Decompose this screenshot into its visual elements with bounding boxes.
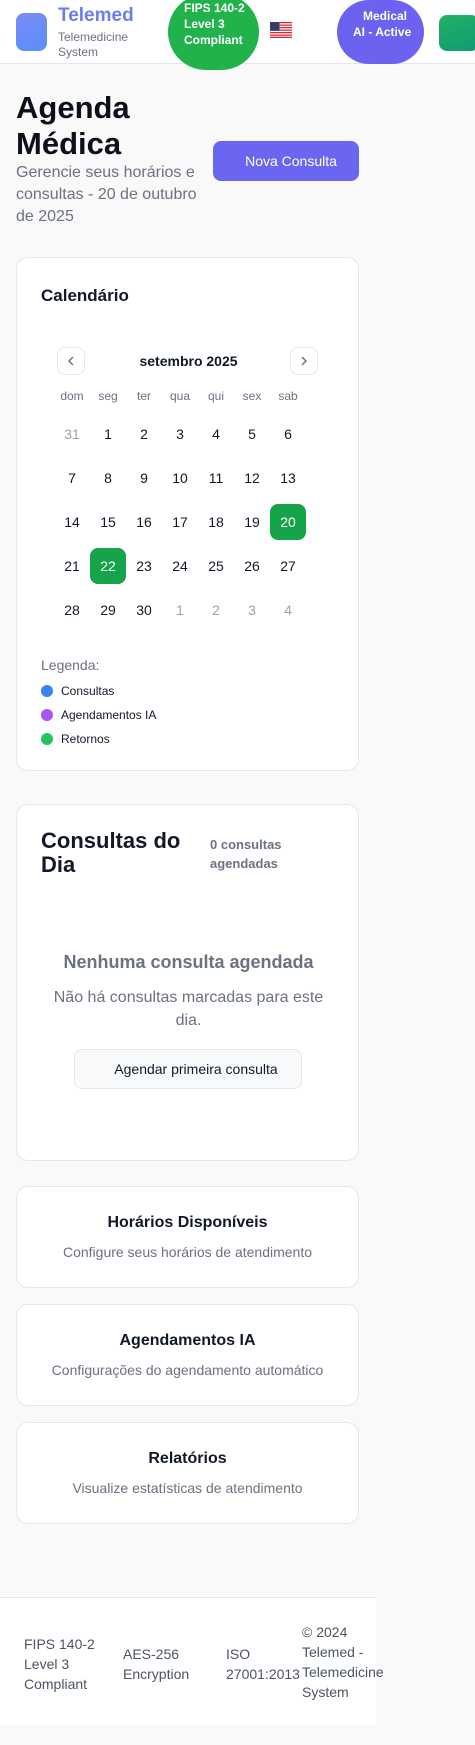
- calendar-day[interactable]: 18: [198, 504, 234, 540]
- page-subtitle: Gerencie seus horários e consultas - 20 …: [16, 164, 197, 225]
- weekday-label: ter: [136, 389, 151, 403]
- legend-item-ai: Agendamentos IA: [41, 708, 156, 722]
- legend-label: Agendamentos IA: [61, 708, 157, 722]
- calendar-day[interactable]: 30: [126, 592, 162, 628]
- chevron-right-icon: [301, 356, 307, 366]
- calendar-day[interactable]: 17: [162, 504, 198, 540]
- calendar-day[interactable]: 21: [54, 548, 90, 584]
- card-subtitle: Configure seus horários de atendimento: [62, 1244, 313, 1260]
- calendar-title: Calendário: [41, 286, 129, 305]
- weekday-label: dom: [60, 389, 84, 403]
- card-subtitle: Visualize estatísticas de atendimento: [72, 1480, 303, 1496]
- calendar-day[interactable]: 12: [234, 460, 270, 496]
- brand-name: Telemed: [58, 5, 134, 26]
- us-flag-icon[interactable]: [270, 22, 294, 40]
- page-title: Agenda Médica: [16, 90, 130, 161]
- weekday-label: sab: [278, 389, 298, 403]
- legend-item-retornos: Retornos: [41, 732, 110, 746]
- top-header: Telemed Telemedicine System FIPS 140-2 L…: [0, 0, 475, 70]
- weekday-label: qui: [207, 389, 224, 403]
- page-footer: FIPS 140-2 Level 3 Compliant AES-256 Enc…: [0, 1597, 384, 1725]
- next-month-button[interactable]: [290, 347, 318, 375]
- calendar-day[interactable]: 24: [162, 548, 198, 584]
- footer-fips: FIPS 140-2 Level 3 Compliant: [24, 1636, 95, 1692]
- weekday-label: sex: [242, 389, 262, 403]
- empty-state-text: Não há consultas marcadas para este dia.: [53, 989, 324, 1029]
- calendar-day[interactable]: 9: [126, 460, 162, 496]
- calendar-day[interactable]: 8: [90, 460, 126, 496]
- fips-compliance-badge: FIPS 140-2 Level 3 Compliant: [168, 0, 259, 70]
- calendar-day-today[interactable]: 20: [270, 504, 306, 540]
- ai-badge-line1: Medical: [363, 9, 408, 23]
- calendar-day[interactable]: 13: [270, 460, 306, 496]
- calendar-day[interactable]: 4: [270, 592, 306, 628]
- card-title: Agendamentos IA: [119, 1332, 256, 1349]
- weekday-label: seg: [98, 389, 118, 403]
- available-hours-card[interactable]: Horários Disponíveis Configure seus horá…: [16, 1186, 359, 1288]
- calendar-day[interactable]: 27: [270, 548, 306, 584]
- calendar-day[interactable]: 11: [198, 460, 234, 496]
- app-logo[interactable]: [16, 13, 47, 51]
- calendar-card: Calendário setembro 2025 dom seg ter qua…: [16, 257, 359, 771]
- calendar-day-selected[interactable]: 22: [90, 548, 126, 584]
- legend-title: Legenda:: [41, 657, 100, 673]
- calendar-day[interactable]: 10: [162, 460, 198, 496]
- calendar-day[interactable]: 7: [54, 460, 90, 496]
- medical-ai-status-badge: Medical AI - Active: [337, 0, 424, 64]
- legend-dot-icon: [41, 685, 53, 697]
- calendar-day[interactable]: 16: [126, 504, 162, 540]
- calendar-day[interactable]: 19: [234, 504, 270, 540]
- user-avatar[interactable]: [439, 15, 475, 51]
- ai-scheduling-card[interactable]: Agendamentos IA Configurações do agendam…: [16, 1304, 359, 1406]
- calendar-day[interactable]: 15: [90, 504, 126, 540]
- card-subtitle: Configurações do agendamento automático: [51, 1362, 324, 1378]
- consultations-title: Consultas do Dia: [41, 828, 181, 877]
- calendar-day[interactable]: 3: [234, 592, 270, 628]
- footer-copyright: © 2024 Telemed - Telemedicine System: [302, 1624, 384, 1700]
- calendar-day[interactable]: 6: [270, 416, 306, 452]
- calendar-day[interactable]: 1: [162, 592, 198, 628]
- calendar-day[interactable]: 5: [234, 416, 270, 452]
- legend-dot-icon: [41, 733, 53, 745]
- calendar-day[interactable]: 2: [198, 592, 234, 628]
- new-consultation-button[interactable]: Nova Consulta: [213, 141, 359, 181]
- card-title: Relatórios: [148, 1450, 227, 1467]
- calendar-day[interactable]: 23: [126, 548, 162, 584]
- legend-label: Retornos: [61, 732, 110, 746]
- brand-subtitle: Telemedicine System: [58, 30, 129, 59]
- schedule-first-consultation-button[interactable]: Agendar primeira consulta: [74, 1049, 302, 1089]
- calendar-day[interactable]: 3: [162, 416, 198, 452]
- calendar-day[interactable]: 28: [54, 592, 90, 628]
- legend-item-consultas: Consultas: [41, 684, 114, 698]
- empty-state-title: Nenhuma consulta agendada: [63, 952, 314, 972]
- calendar-day[interactable]: 29: [90, 592, 126, 628]
- ai-badge-line2: AI - Active: [353, 25, 412, 39]
- consultations-count: 0 consultas agendadas: [210, 837, 282, 871]
- footer-aes: AES-256 Encryption: [123, 1646, 190, 1682]
- legend-label: Consultas: [61, 684, 115, 698]
- calendar-day[interactable]: 25: [198, 548, 234, 584]
- reports-card[interactable]: Relatórios Visualize estatísticas de ate…: [16, 1422, 359, 1524]
- weekday-label: qua: [169, 389, 191, 403]
- daily-consultations-card: Consultas do Dia 0 consultas agendadas N…: [16, 804, 359, 1161]
- legend-dot-icon: [41, 709, 53, 721]
- calendar-day[interactable]: 2: [126, 416, 162, 452]
- calendar-day[interactable]: 1: [90, 416, 126, 452]
- footer-iso: ISO 27001:2013: [226, 1646, 300, 1682]
- card-title: Horários Disponíveis: [107, 1214, 268, 1231]
- calendar-day[interactable]: 14: [54, 504, 90, 540]
- calendar-day[interactable]: 31: [54, 416, 90, 452]
- calendar-day[interactable]: 26: [234, 548, 270, 584]
- calendar-day[interactable]: 4: [198, 416, 234, 452]
